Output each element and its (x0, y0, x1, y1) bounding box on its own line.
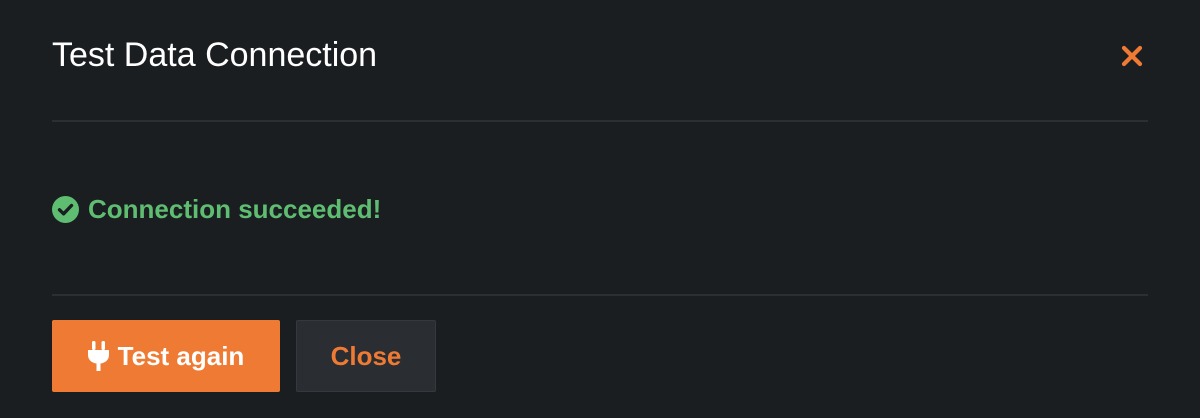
close-x-icon[interactable] (1120, 44, 1144, 68)
dialog-title: Test Data Connection (52, 36, 378, 74)
status-message: Connection succeeded! (88, 194, 382, 224)
close-button-label: Close (330, 340, 402, 371)
close-button[interactable]: Close (296, 320, 436, 392)
test-again-label: Test again (117, 340, 245, 371)
dialog-footer: Test again Close (52, 320, 436, 392)
test-again-button[interactable]: Test again (52, 320, 280, 392)
test-data-connection-dialog: Test Data Connection Connection succeede… (0, 0, 1200, 418)
dialog-header: Test Data Connection (52, 0, 1148, 122)
dialog-body: Connection succeeded! (52, 122, 1148, 296)
plug-icon (87, 341, 109, 371)
check-circle-icon (52, 195, 79, 223)
connection-status: Connection succeeded! (52, 194, 381, 224)
